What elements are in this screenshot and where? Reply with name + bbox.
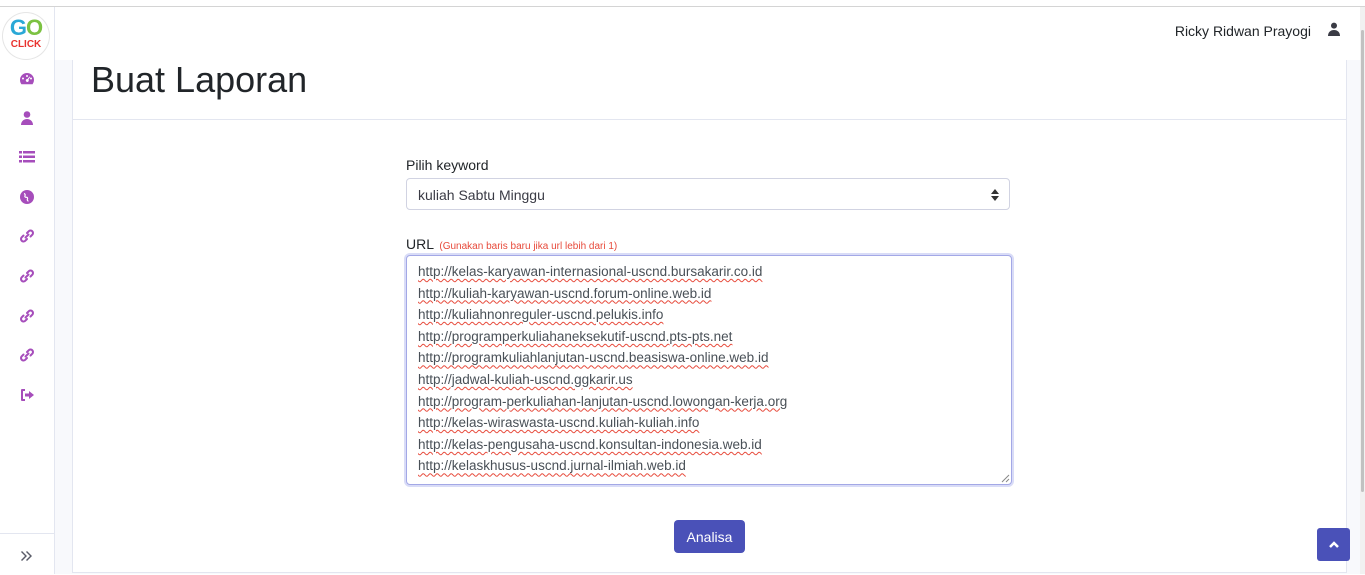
sidebar-footer — [0, 533, 54, 575]
link-icon — [20, 348, 34, 362]
logout-icon — [21, 389, 34, 401]
topbar: Ricky Ridwan Prayogi — [55, 7, 1360, 60]
sidebar-item-link-3[interactable] — [17, 306, 37, 326]
link-icon — [20, 269, 34, 283]
url-line: http://programperkuliahaneksekutif-uscnd… — [418, 328, 733, 344]
url-hint: (Gunakan baris baru jika url lebih dari … — [439, 241, 618, 252]
scroll-to-top-button[interactable] — [1317, 528, 1350, 561]
url-line: http://kelas-wiraswasta-uscnd.kuliah-kul… — [418, 415, 700, 431]
sidebar-item-profile[interactable] — [17, 108, 37, 128]
link-icon — [20, 309, 34, 323]
url-line: http://kelas-pengusaha-uscnd.konsultan-i… — [418, 436, 762, 452]
keyword-select-value: kuliah Sabtu Minggu — [418, 187, 545, 203]
globe-icon — [20, 190, 34, 204]
url-line: http://kelas-karyawan-internasional-uscn… — [418, 264, 763, 279]
url-label: URL — [406, 236, 434, 252]
dashboard-icon — [20, 73, 34, 85]
resize-grip-icon[interactable] — [1001, 474, 1010, 483]
sidebar: GO CLICK — [0, 7, 55, 574]
sidebar-item-link-4[interactable] — [17, 345, 37, 365]
keyword-select[interactable]: kuliah Sabtu Minggu — [406, 178, 1010, 210]
url-line: http://kuliahnonreguler-uscnd.pelukis.in… — [418, 307, 664, 323]
user-icon — [1328, 22, 1340, 36]
chevron-up-icon — [1328, 540, 1339, 548]
url-line: http://jadwal-kuliah-uscnd.ggkarir.us — [418, 371, 633, 387]
sidebar-item-link-2[interactable] — [17, 266, 37, 286]
report-card: Buat Laporan Pilih keyword kuliah Sabtu … — [72, 60, 1347, 573]
sidebar-toggle-button[interactable] — [17, 546, 37, 566]
keyword-label: Pilih keyword — [406, 157, 489, 173]
card-header: Buat Laporan — [73, 60, 1346, 120]
list-icon — [19, 151, 35, 163]
user-menu-button[interactable] — [1328, 22, 1342, 38]
sidebar-item-dashboard[interactable] — [17, 69, 37, 89]
user-icon — [21, 111, 33, 125]
user-name[interactable]: Ricky Ridwan Prayogi — [1175, 23, 1311, 39]
scrollbar-thumb[interactable] — [1361, 30, 1364, 492]
sidebar-item-globe[interactable] — [17, 187, 37, 207]
page-title: Buat Laporan — [91, 59, 308, 100]
url-label-group: URL (Gunakan baris baru jika url lebih d… — [406, 236, 617, 252]
url-line: http://kuliah-karyawan-uscnd.forum-onlin… — [418, 285, 712, 301]
url-textarea[interactable]: http://kelas-karyawan-internasional-uscn… — [406, 255, 1012, 485]
url-line: http://programkuliahlanjutan-uscnd.beasi… — [418, 350, 769, 366]
window-top-edge — [0, 0, 1365, 7]
link-icon — [20, 229, 34, 243]
sidebar-item-list[interactable] — [17, 147, 37, 167]
analisa-button[interactable]: Analisa — [674, 520, 745, 553]
url-line: http://program-perkuliahan-lanjutan-uscn… — [418, 393, 788, 409]
select-arrows-icon — [991, 188, 1001, 202]
sidebar-item-logout[interactable] — [17, 385, 37, 405]
sidebar-item-link-1[interactable] — [17, 226, 37, 246]
app-logo[interactable]: GO CLICK — [3, 13, 49, 59]
angle-double-right-icon — [21, 551, 32, 561]
url-line: http://kelaskhusus-uscnd.jurnal-ilmiah.w… — [418, 458, 686, 474]
